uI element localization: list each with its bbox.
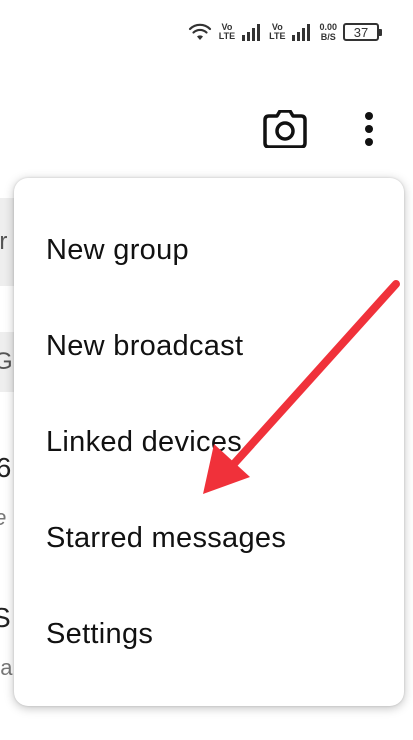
battery-level: 37 (353, 24, 369, 40)
background-text-fragment: S (0, 602, 11, 633)
menu-item-new-broadcast[interactable]: New broadcast (14, 298, 404, 394)
menu-item-new-group[interactable]: New group (14, 202, 404, 298)
more-vert-icon[interactable] (358, 110, 380, 150)
background-text-fragment: or (0, 228, 8, 255)
menu-item-label: Settings (46, 617, 154, 650)
signal-icon (291, 22, 313, 42)
menu-item-label: Linked devices (46, 425, 243, 458)
menu-item-label: Starred messages (46, 521, 287, 554)
wifi-icon (187, 22, 213, 42)
menu-item-settings[interactable]: Settings (14, 586, 404, 682)
menu-item-starred-messages[interactable]: Starred messages (14, 490, 404, 586)
speed-value: 0.00 (319, 22, 337, 32)
lte-label: LTE (269, 31, 286, 41)
overflow-menu: New group New broadcast Linked devices S… (14, 178, 404, 706)
menu-item-linked-devices[interactable]: Linked devices (14, 394, 404, 490)
battery-icon: 37 (343, 23, 382, 41)
menu-item-label: New group (46, 233, 189, 266)
background-text-fragment: G (0, 348, 13, 375)
camera-icon[interactable] (263, 109, 307, 149)
menu-item-label: New broadcast (46, 329, 244, 362)
lte-label: LTE (218, 31, 236, 41)
network-speed: 0.00 B/S (319, 22, 337, 42)
background-text-fragment: t6 (0, 452, 12, 483)
background-text-fragment: ea (0, 655, 13, 680)
speed-unit: B/S (320, 32, 336, 42)
background-text-fragment: te (0, 505, 6, 531)
volte-indicator-2: Vo LTE (269, 23, 285, 41)
status-bar: Vo LTE Vo LTE 0.00 B/S 37 (0, 0, 413, 64)
signal-icon (241, 22, 263, 42)
volte-indicator-1: Vo LTE (219, 23, 235, 41)
